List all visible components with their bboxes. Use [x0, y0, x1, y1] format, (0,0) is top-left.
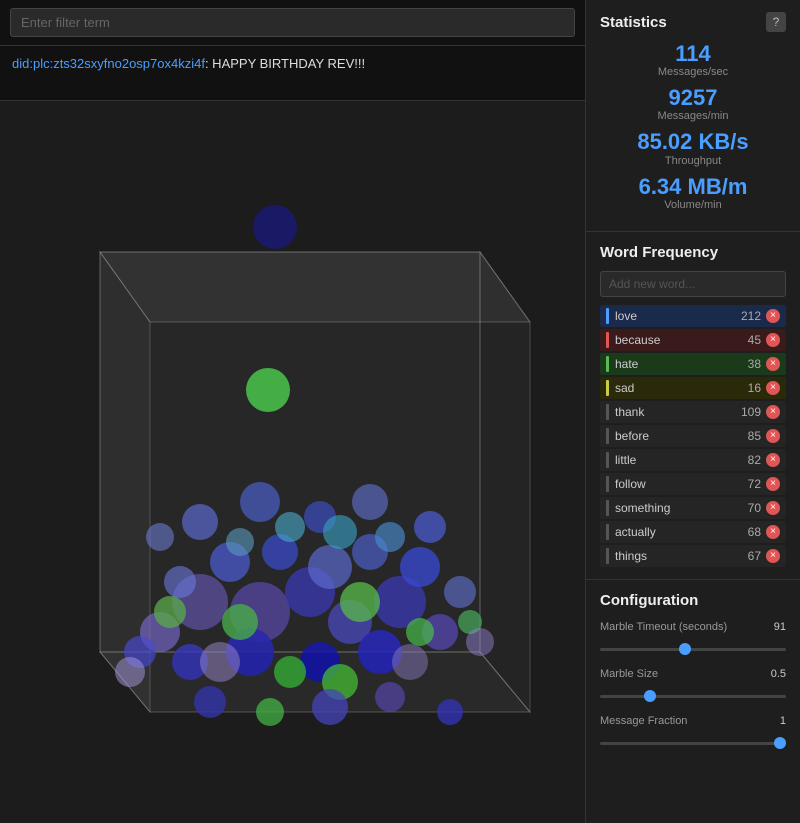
word-remove-button[interactable]: ×	[766, 501, 780, 515]
config-marble-timeout: Marble Timeout (seconds) 91	[600, 621, 786, 656]
help-button[interactable]: ?	[766, 12, 786, 32]
word-remove-button[interactable]: ×	[766, 453, 780, 467]
word-count: 72	[748, 477, 761, 491]
word-name: sad	[615, 381, 748, 395]
word-list-item: things67 ×	[600, 545, 786, 567]
word-list-item: thank109 ×	[600, 401, 786, 423]
stat-value-messages-sec: 114	[600, 42, 786, 66]
config-marble-size: Marble Size 0.5	[600, 668, 786, 703]
word-freq-header: Word Frequency	[600, 244, 786, 261]
word-color-indicator	[606, 428, 609, 444]
stat-value-volume: 6.34 MB/m	[600, 175, 786, 199]
word-name: little	[615, 453, 748, 467]
marble-timeout-slider[interactable]	[600, 648, 786, 651]
config-marble-size-value: 0.5	[771, 668, 786, 680]
word-count: 38	[748, 357, 761, 371]
filter-input[interactable]	[10, 8, 575, 37]
stat-label-messages-min: Messages/min	[600, 110, 786, 122]
config-marble-timeout-value: 91	[774, 621, 786, 633]
word-remove-button[interactable]: ×	[766, 357, 780, 371]
word-name: because	[615, 333, 748, 347]
word-name: something	[615, 501, 748, 515]
did-link[interactable]: did:plc:zts32sxyfno2osp7ox4kzi4f	[12, 56, 205, 71]
word-color-indicator	[606, 524, 609, 540]
word-remove-button[interactable]: ×	[766, 405, 780, 419]
word-color-indicator	[606, 308, 609, 324]
word-list-item: follow72 ×	[600, 473, 786, 495]
word-color-indicator	[606, 356, 609, 372]
message-area: did:plc:zts32sxyfno2osp7ox4kzi4f: HAPPY …	[0, 46, 585, 101]
marble-size-slider[interactable]	[600, 695, 786, 698]
word-freq-title: Word Frequency	[600, 244, 718, 261]
word-list-item: love212 ×	[600, 305, 786, 327]
word-name: thank	[615, 405, 741, 419]
word-count: 109	[741, 405, 761, 419]
word-count: 67	[748, 549, 761, 563]
word-color-indicator	[606, 476, 609, 492]
stat-messages-min: 9257 Messages/min	[600, 86, 786, 122]
word-color-indicator	[606, 500, 609, 516]
word-remove-button[interactable]: ×	[766, 333, 780, 347]
word-color-indicator	[606, 380, 609, 396]
config-message-fraction: Message Fraction 1	[600, 715, 786, 750]
word-count: 82	[748, 453, 761, 467]
word-count: 16	[748, 381, 761, 395]
word-list-item: little82 ×	[600, 449, 786, 471]
stat-label-throughput: Throughput	[600, 155, 786, 167]
message-text: : HAPPY BIRTHDAY REV!!!	[205, 56, 365, 71]
filter-bar	[0, 0, 585, 46]
stat-label-messages-sec: Messages/sec	[600, 66, 786, 78]
word-remove-button[interactable]: ×	[766, 549, 780, 563]
word-color-indicator	[606, 332, 609, 348]
message-fraction-slider[interactable]	[600, 742, 786, 745]
word-name: hate	[615, 357, 748, 371]
word-count: 45	[748, 333, 761, 347]
word-list: love212 × because45 × hate38 × sad16 × thank109 ×…	[600, 305, 786, 567]
config-message-fraction-label: Message Fraction 1	[600, 715, 786, 727]
word-name: actually	[615, 525, 748, 539]
stat-messages-sec: 114 Messages/sec	[600, 42, 786, 78]
stat-value-throughput: 85.02 KB/s	[600, 130, 786, 154]
add-word-input[interactable]	[600, 271, 786, 297]
word-remove-button[interactable]: ×	[766, 309, 780, 323]
config-title: Configuration	[600, 592, 786, 609]
word-frequency-section: Word Frequency love212 × because45 × hate38 ×…	[586, 232, 800, 580]
stats-title: Statistics	[600, 14, 667, 31]
config-marble-size-label: Marble Size 0.5	[600, 668, 786, 680]
word-name: follow	[615, 477, 748, 491]
word-list-item: sad16 ×	[600, 377, 786, 399]
word-count: 85	[748, 429, 761, 443]
left-panel: did:plc:zts32sxyfno2osp7ox4kzi4f: HAPPY …	[0, 0, 585, 823]
stat-value-messages-min: 9257	[600, 86, 786, 110]
3d-visualization	[0, 101, 585, 823]
stats-header: Statistics ?	[600, 12, 786, 32]
stats-section: Statistics ? 114 Messages/sec 9257 Messa…	[586, 0, 800, 232]
config-marble-timeout-label: Marble Timeout (seconds) 91	[600, 621, 786, 633]
config-message-fraction-value: 1	[780, 715, 786, 727]
word-name: things	[615, 549, 748, 563]
word-count: 70	[748, 501, 761, 515]
word-remove-button[interactable]: ×	[766, 381, 780, 395]
word-list-item: before85 ×	[600, 425, 786, 447]
right-panel: Statistics ? 114 Messages/sec 9257 Messa…	[585, 0, 800, 823]
word-name: love	[615, 309, 741, 323]
word-remove-button[interactable]: ×	[766, 477, 780, 491]
word-color-indicator	[606, 452, 609, 468]
word-count: 212	[741, 309, 761, 323]
word-list-item: hate38 ×	[600, 353, 786, 375]
stat-label-volume: Volume/min	[600, 199, 786, 211]
word-list-item: something70 ×	[600, 497, 786, 519]
stat-volume: 6.34 MB/m Volume/min	[600, 175, 786, 211]
word-count: 68	[748, 525, 761, 539]
word-list-item: actually68 ×	[600, 521, 786, 543]
word-color-indicator	[606, 548, 609, 564]
word-list-item: because45 ×	[600, 329, 786, 351]
stat-throughput: 85.02 KB/s Throughput	[600, 130, 786, 166]
configuration-section: Configuration Marble Timeout (seconds) 9…	[586, 580, 800, 774]
word-name: before	[615, 429, 748, 443]
word-remove-button[interactable]: ×	[766, 525, 780, 539]
word-color-indicator	[606, 404, 609, 420]
word-remove-button[interactable]: ×	[766, 429, 780, 443]
visualization-area	[0, 101, 585, 823]
